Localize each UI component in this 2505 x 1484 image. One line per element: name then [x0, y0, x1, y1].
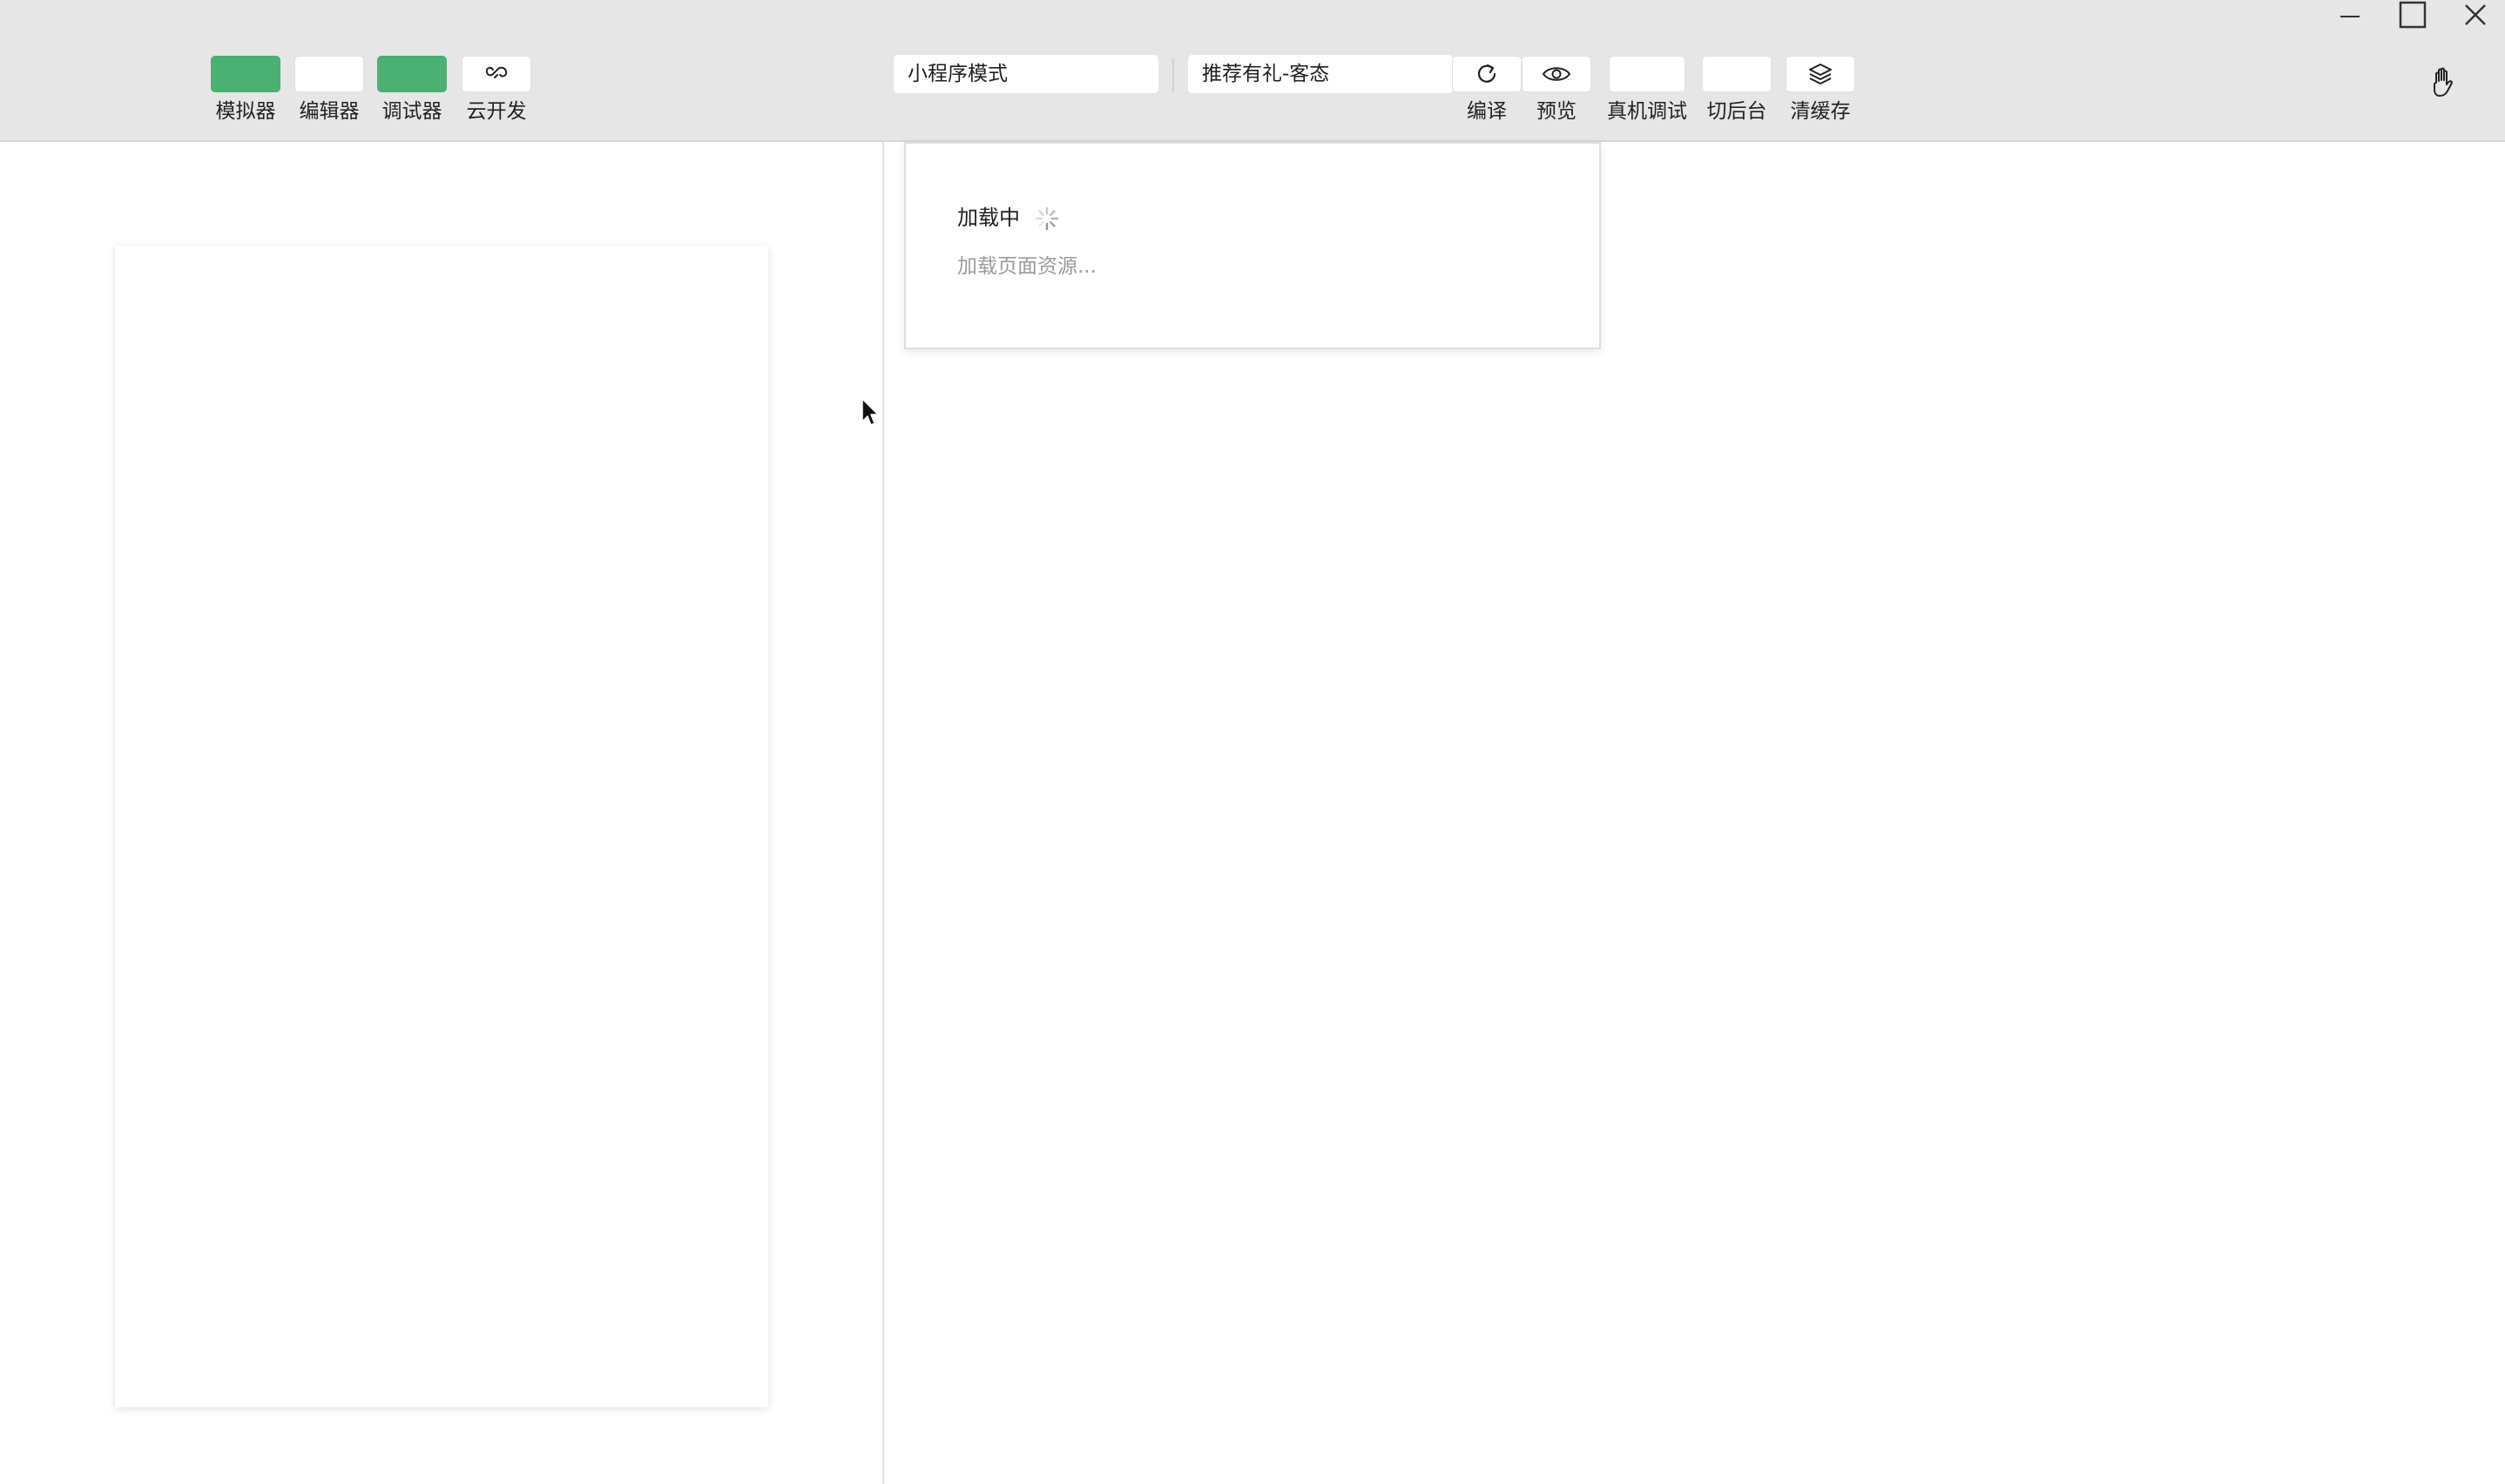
editor-label: 编辑器 — [299, 100, 360, 123]
editor-toggle[interactable]: 编辑器 — [294, 56, 365, 124]
compile-mode-select-value: 推荐有礼-客态 — [1202, 63, 1330, 85]
mode-select[interactable]: 小程序模式 — [894, 55, 1158, 93]
cloud-dev-tool[interactable]: 云开发 — [461, 56, 532, 124]
top-toolbar: 模拟器 编辑器 调试器 云开发 小程序模式 推荐有礼-客态 编译 预览 真机调试… — [0, 0, 2505, 142]
minimize-icon — [2340, 16, 2360, 17]
preview-tool[interactable]: 预览 — [1522, 56, 1591, 124]
simulator-label: 模拟器 — [215, 100, 276, 123]
compile-mode-select[interactable]: 推荐有礼-客态 — [1188, 55, 1453, 93]
hand-tool-button[interactable] — [2423, 63, 2465, 101]
clear-cache-tool[interactable]: 清缓存 — [1784, 56, 1857, 124]
close-window-button[interactable] — [2449, 0, 2502, 30]
compile-tool[interactable]: 编译 — [1450, 56, 1523, 124]
compile-label: 编译 — [1467, 100, 1507, 123]
debugger-label: 调试器 — [381, 100, 442, 123]
mouse-cursor-icon — [861, 398, 879, 426]
preview-button[interactable] — [1522, 56, 1591, 92]
real-device-debug-label: 真机调试 — [1607, 100, 1687, 123]
close-icon — [2465, 4, 2486, 25]
clear-cache-label: 清缓存 — [1790, 100, 1851, 123]
simulator-toggle[interactable]: 模拟器 — [210, 56, 281, 124]
maximize-button[interactable] — [2387, 0, 2439, 30]
eye-icon — [1542, 67, 1571, 81]
toolbar-divider — [1172, 57, 1174, 92]
cloud-link-icon — [485, 66, 508, 78]
minimize-button[interactable] — [2324, 0, 2376, 30]
loading-spinner-icon — [1035, 206, 1059, 231]
compile-button[interactable] — [1452, 56, 1522, 92]
panel-splitter[interactable] — [882, 142, 884, 1484]
preview-label: 预览 — [1536, 100, 1577, 123]
layers-icon — [1809, 64, 1832, 84]
real-device-debug-button[interactable] — [1609, 56, 1685, 92]
maximize-icon — [2399, 1, 2427, 29]
loading-panel: 加载中 加载页面资源... — [904, 142, 1601, 349]
loading-title: 加载中 — [957, 206, 1020, 230]
background-switch-tool[interactable]: 切后台 — [1700, 56, 1773, 124]
hand-icon — [2434, 67, 2453, 97]
mode-select-value: 小程序模式 — [908, 63, 1008, 85]
debugger-toggle[interactable]: 调试器 — [376, 56, 448, 124]
refresh-icon — [1477, 64, 1496, 83]
cloud-dev-button[interactable] — [462, 56, 531, 92]
real-device-debug-tool[interactable]: 真机调试 — [1605, 56, 1689, 124]
background-switch-button[interactable] — [1702, 56, 1772, 92]
editor-toggle-button[interactable] — [294, 56, 364, 92]
background-switch-label: 切后台 — [1706, 100, 1767, 123]
simulator-screen[interactable] — [115, 246, 768, 1407]
clear-cache-button[interactable] — [1786, 56, 1855, 92]
debugger-toggle-button[interactable] — [377, 56, 447, 92]
loading-subtitle: 加载页面资源... — [957, 255, 1097, 278]
cloud-dev-label: 云开发 — [466, 100, 527, 123]
simulator-toggle-button[interactable] — [211, 56, 280, 92]
